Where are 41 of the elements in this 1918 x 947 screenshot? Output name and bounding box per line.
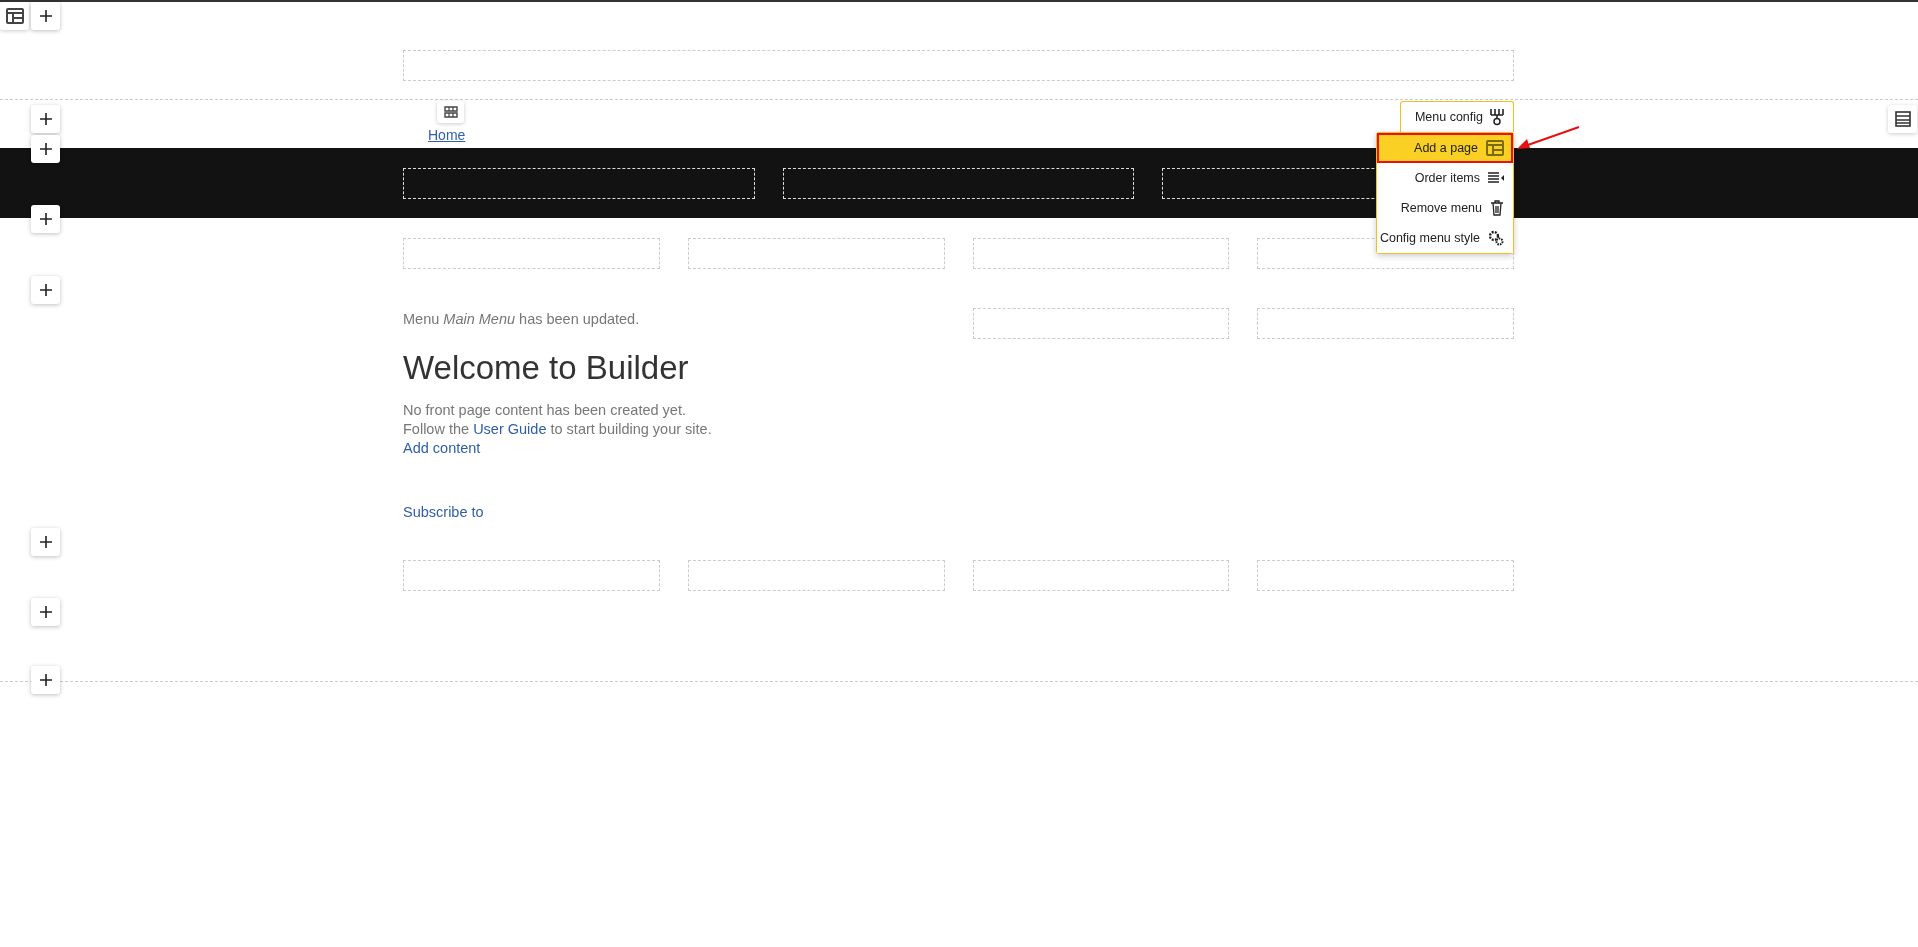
hierarchy-icon <box>1489 108 1505 126</box>
menu-edit-button[interactable] <box>437 101 464 123</box>
plus-icon <box>38 535 53 549</box>
plus-icon <box>38 283 53 297</box>
plus-icon <box>38 605 53 619</box>
trash-icon <box>1490 200 1504 216</box>
intro-text: No front page content has been created yet. <box>403 401 687 420</box>
plus-icon <box>38 212 53 226</box>
plus-icon <box>38 673 53 687</box>
add-button[interactable] <box>31 105 60 133</box>
page-heading: Welcome to Builder <box>403 349 690 387</box>
menu-config-button[interactable]: Menu config <box>1400 101 1514 132</box>
add-button[interactable] <box>31 528 60 556</box>
add-button[interactable] <box>31 2 60 30</box>
add-button[interactable] <box>31 135 60 163</box>
grid-icon <box>443 106 458 118</box>
layout-icon <box>5 8 24 24</box>
menu-item[interactable]: Add a page <box>1377 133 1513 163</box>
gears-icon <box>1488 230 1504 246</box>
layout-button[interactable] <box>0 2 29 30</box>
guide-text: Follow the User Guide to start building your site. <box>403 420 713 439</box>
layout-icon <box>1486 140 1504 156</box>
arrow <box>1515 126 1581 152</box>
plus-icon <box>38 112 53 126</box>
add-button[interactable] <box>31 598 60 626</box>
plus-icon <box>38 142 53 156</box>
menu-item[interactable]: Config menu style <box>1377 223 1513 253</box>
plus-icon <box>38 9 53 23</box>
menu-item[interactable]: Remove menu <box>1377 193 1513 223</box>
layout-button[interactable] <box>1888 105 1917 133</box>
subscribe-link[interactable]: Subscribe to <box>403 504 484 520</box>
add-content-link[interactable]: Add content <box>403 440 481 456</box>
menu-item[interactable]: Order items <box>1377 163 1513 193</box>
list-icon <box>1488 171 1504 185</box>
window-icon <box>1894 111 1911 127</box>
status-message: Menu Main Menu has been updated. <box>403 310 641 329</box>
nav-link[interactable]: Home <box>428 126 466 143</box>
user-guide-link[interactable]: User Guide <box>473 421 547 437</box>
add-button[interactable] <box>31 666 60 694</box>
add-button[interactable] <box>31 276 60 304</box>
add-button[interactable] <box>31 205 60 233</box>
